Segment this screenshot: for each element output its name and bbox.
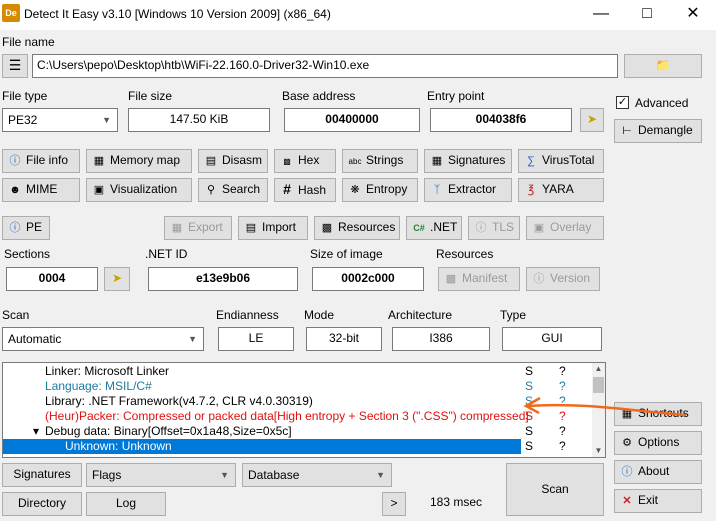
annotation-arrow: [523, 396, 687, 417]
annotation-arrow-line: [527, 403, 687, 417]
